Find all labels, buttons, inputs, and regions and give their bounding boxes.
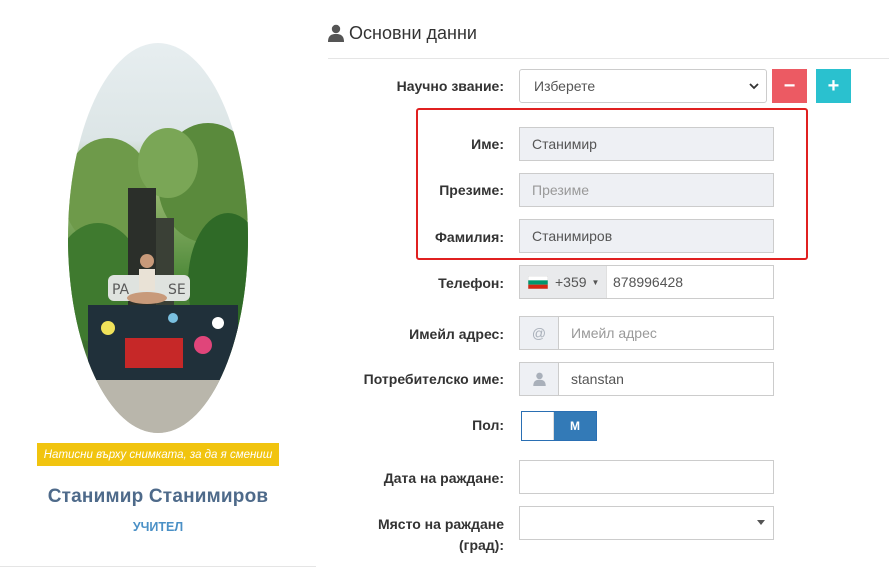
academic-title-value: Изберете	[534, 78, 596, 94]
email-input-group[interactable]: @ Имейл адрес	[519, 316, 774, 350]
username-label: Потребителско име:	[363, 371, 504, 387]
remove-title-button[interactable]: −	[772, 69, 807, 103]
add-title-button[interactable]: +	[816, 69, 851, 103]
gender-label: Пол:	[472, 417, 504, 433]
divider	[0, 566, 316, 567]
photo-scene-image: PA SE	[68, 123, 248, 433]
country-code-select[interactable]: +359 ▼	[520, 266, 607, 298]
profile-role: УЧИТЕЛ	[132, 520, 184, 534]
last-name-field[interactable]: Станимиров	[519, 219, 774, 253]
caret-down-icon: ▼	[591, 277, 600, 287]
birthplace-label-line2: (град):	[458, 537, 504, 553]
middle-name-field[interactable]: Презиме	[519, 173, 774, 207]
svg-text:SE: SE	[168, 282, 186, 298]
email-label: Имейл адрес:	[409, 326, 504, 342]
title-label: Научно звание:	[396, 78, 504, 94]
first-name-field[interactable]: Станимир	[519, 127, 774, 161]
username-field[interactable]: stanstan	[559, 371, 624, 387]
change-photo-hint: Натисни върху снимката, за да я смениш	[37, 443, 279, 466]
gender-toggle[interactable]: М	[521, 411, 597, 441]
last-name-label: Фамилия:	[434, 229, 504, 245]
profile-name: Станимир Станимиров	[47, 486, 269, 507]
section-title: Основни данни	[349, 22, 477, 43]
chevron-down-icon	[749, 83, 759, 90]
middle-name-label: Презиме:	[439, 182, 504, 198]
country-code: +359	[555, 274, 587, 290]
caret-down-icon	[757, 520, 765, 525]
gender-value: М	[554, 412, 596, 440]
user-icon	[328, 24, 344, 42]
birthplace-select[interactable]	[519, 506, 774, 540]
birthdate-field[interactable]	[519, 460, 774, 494]
email-field[interactable]: Имейл адрес	[559, 325, 657, 341]
phone-label: Телефон:	[438, 275, 504, 291]
bulgaria-flag-icon	[527, 275, 549, 289]
first-name-label: Име:	[471, 136, 504, 152]
svg-text:PA: PA	[112, 282, 130, 298]
profile-photo[interactable]: PA SE	[68, 43, 248, 433]
academic-title-select[interactable]: Изберете	[519, 69, 767, 103]
toggle-knob	[522, 412, 554, 440]
section-header: Основни данни	[328, 20, 477, 46]
birthdate-label: Дата на раждане:	[383, 470, 504, 486]
section-divider	[328, 58, 889, 59]
phone-input-group: +359 ▼ 878996428	[519, 265, 774, 299]
username-input-group[interactable]: stanstan	[519, 362, 774, 396]
birthplace-label-line1: Място на раждане	[377, 516, 504, 532]
phone-field[interactable]: 878996428	[607, 274, 683, 290]
at-sign-icon: @	[520, 317, 559, 349]
user-icon	[520, 363, 559, 395]
